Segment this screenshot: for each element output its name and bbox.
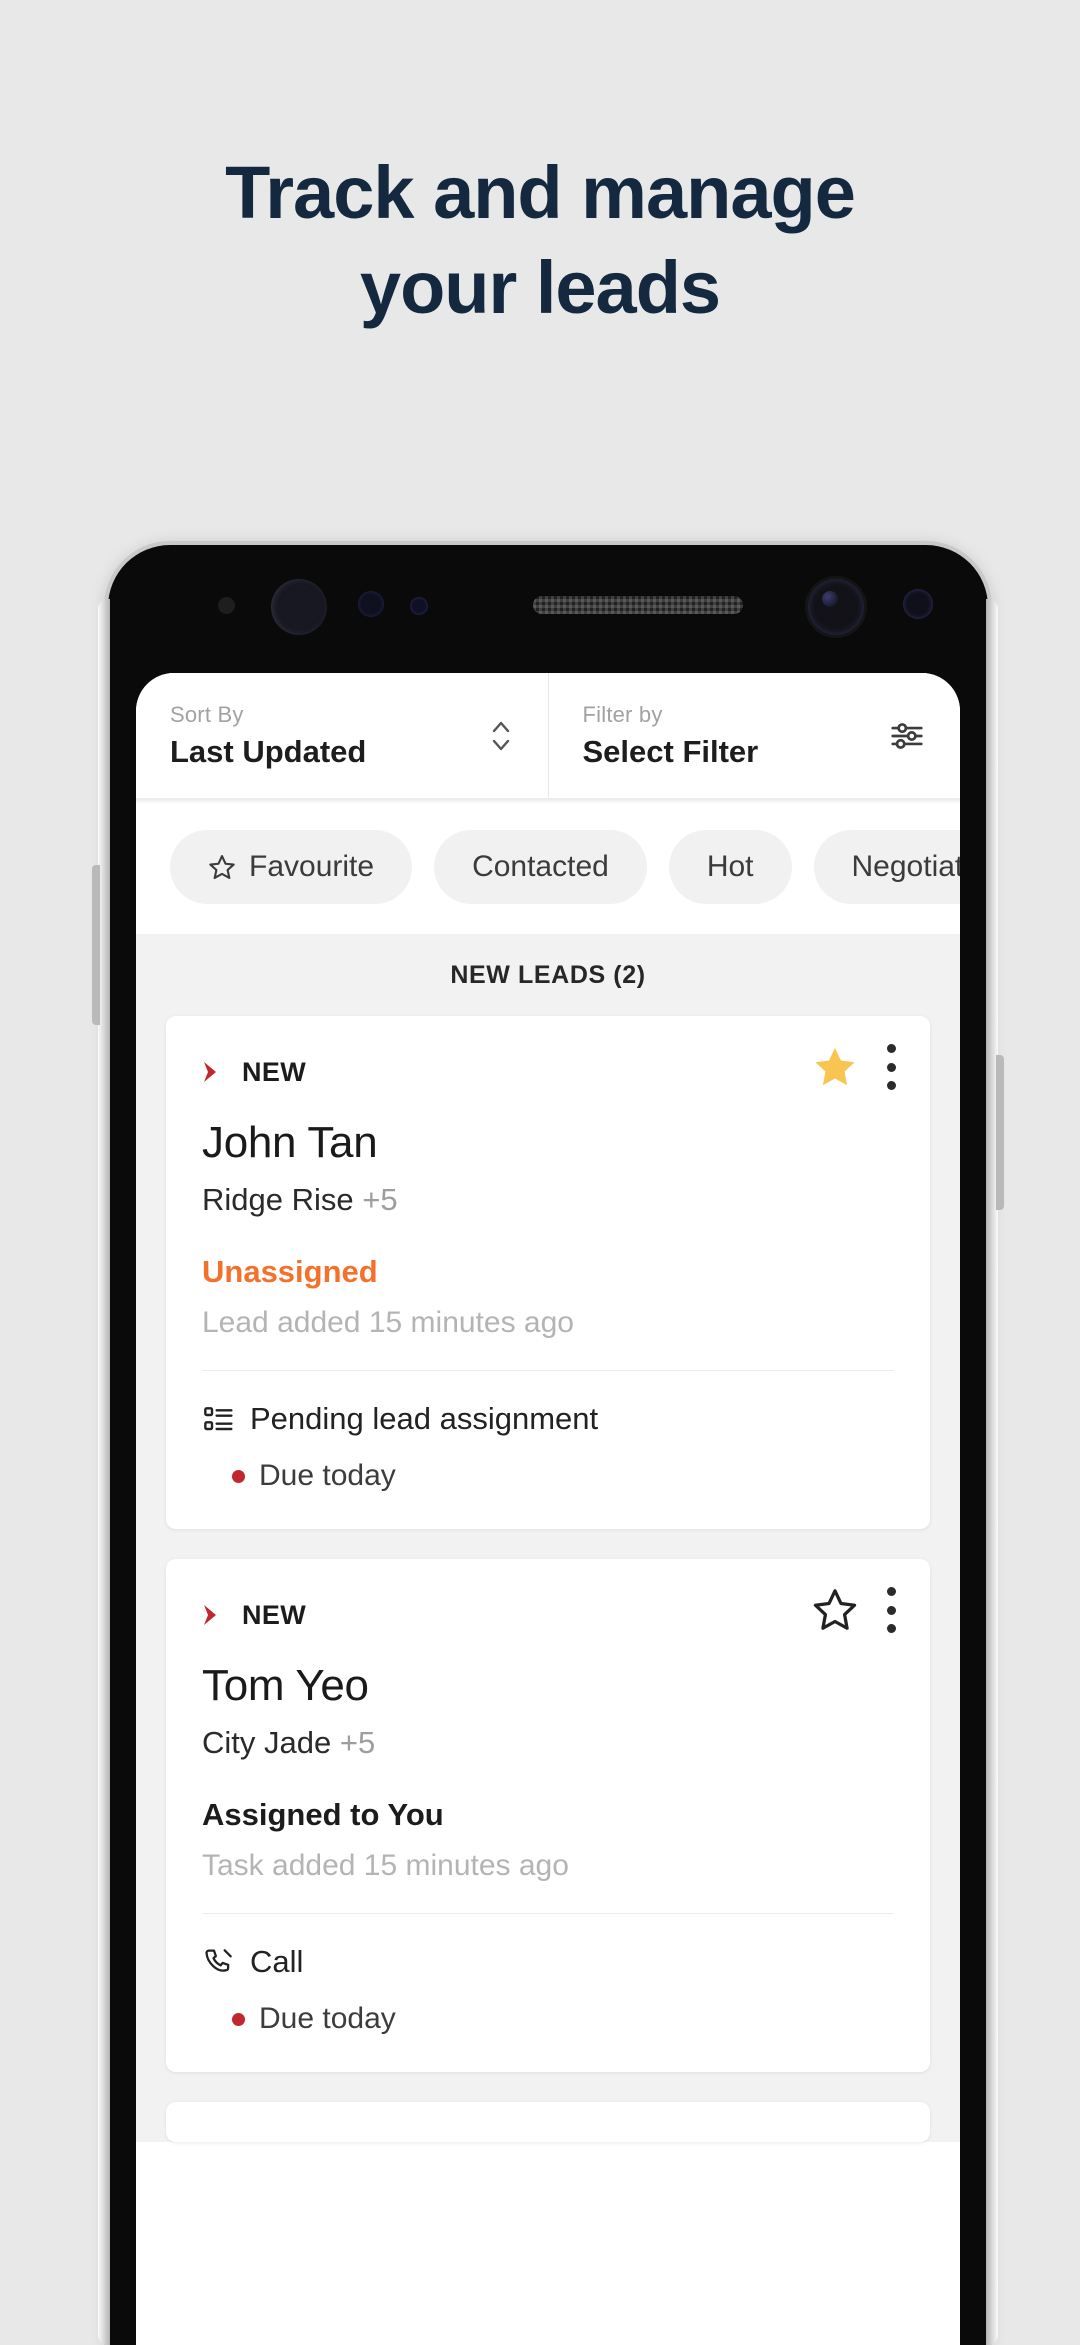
chip-favourite[interactable]: Favourite: [170, 830, 413, 904]
sort-by-label: Sort By: [170, 701, 244, 727]
star-filled-icon[interactable]: [812, 1044, 858, 1090]
sliders-icon[interactable]: [888, 717, 926, 755]
phone-screen: Sort By Last Updated Filter by Select Fi…: [136, 673, 960, 2345]
lead-list: NEW John Tan Ridge Rise +5 Unassigned Le…: [136, 1016, 960, 2142]
filter-chip-row[interactable]: Favourite Contacted Hot Negotiating: [136, 804, 960, 934]
lead-project-name: Ridge Rise: [202, 1182, 354, 1217]
lead-status: Unassigned: [202, 1254, 378, 1289]
phone-icon: [202, 1946, 234, 1978]
phone-notch: [108, 545, 988, 673]
filter-by-control[interactable]: Filter by Select Filter: [549, 673, 961, 798]
sort-by-control[interactable]: Sort By Last Updated: [136, 673, 549, 798]
page-title-line-2: your leads: [359, 246, 721, 330]
updown-chevron-icon[interactable]: [488, 715, 514, 757]
sensor-icon: [218, 597, 235, 614]
due-label: Due today: [259, 2002, 396, 2035]
task-label: Call: [250, 1944, 304, 1979]
power-button[interactable]: [996, 1055, 1004, 1210]
star-outline-icon[interactable]: [812, 1587, 858, 1633]
lead-project: City Jade +5: [202, 1725, 894, 1761]
new-badge-label: NEW: [242, 1056, 307, 1087]
lead-card-actions: [812, 1044, 896, 1090]
lead-card-actions: [812, 1587, 896, 1633]
lead-task-section: Call Due today: [166, 1914, 930, 2072]
sort-by-value: Last Updated: [170, 733, 367, 769]
list-icon: [202, 1403, 234, 1435]
due-row: Due today: [202, 1459, 894, 1493]
chip-label: Favourite: [249, 850, 375, 883]
lead-status: Assigned to You: [202, 1797, 444, 1832]
due-dot-icon: [232, 2012, 245, 2026]
task-label: Pending lead assignment: [250, 1401, 599, 1436]
sort-filter-bar: Sort By Last Updated Filter by Select Fi…: [136, 673, 960, 798]
lead-task-section: Pending lead assignment Due today: [166, 1371, 930, 1529]
front-camera-icon: [808, 579, 864, 635]
new-arrow-icon: [202, 1602, 228, 1628]
lead-project: Ridge Rise +5: [202, 1182, 894, 1218]
section-header-label: NEW LEADS (2): [450, 960, 646, 989]
new-badge: NEW: [202, 1050, 894, 1094]
chip-label: Contacted: [472, 850, 609, 883]
more-options-icon[interactable]: [886, 1044, 896, 1090]
chip-label: Negotiating: [851, 850, 960, 883]
task-row: Pending lead assignment: [202, 1401, 894, 1437]
new-badge-label: NEW: [242, 1599, 307, 1630]
lead-added-time: Lead added 15 minutes ago: [202, 1306, 574, 1339]
star-outline-icon: [208, 853, 236, 881]
phone-edge-left: [98, 599, 110, 2345]
light-sensor-icon: [358, 591, 384, 617]
page-title: Track and manage your leads: [0, 155, 1080, 326]
filter-by-label: Filter by: [582, 701, 663, 727]
lead-card-partial[interactable]: [166, 2102, 930, 2142]
lead-added-time: Task added 15 minutes ago: [202, 1849, 569, 1882]
chip-hot[interactable]: Hot: [668, 830, 792, 904]
lead-card[interactable]: NEW John Tan Ridge Rise +5 Unassigned Le…: [166, 1016, 930, 1529]
due-row: Due today: [202, 2002, 894, 2036]
phone-edge-right: [986, 599, 998, 2345]
proximity-sensor-icon: [271, 579, 327, 635]
filter-by-value: Select Filter: [582, 733, 759, 769]
new-arrow-icon: [202, 1059, 228, 1085]
lead-project-name: City Jade: [202, 1725, 332, 1760]
section-header-new-leads: NEW LEADS (2): [136, 934, 960, 1016]
lead-name: John Tan: [202, 1118, 378, 1167]
new-badge: NEW: [202, 1593, 894, 1637]
chip-negotiating[interactable]: Negotiating: [813, 830, 960, 904]
due-label: Due today: [259, 1459, 396, 1492]
lead-card-header: NEW John Tan Ridge Rise +5 Unassigned Le…: [166, 1016, 930, 1370]
lead-card-header: NEW Tom Yeo City Jade +5 Assigned to You…: [166, 1559, 930, 1913]
lead-card[interactable]: NEW Tom Yeo City Jade +5 Assigned to You…: [166, 1559, 930, 2072]
due-dot-icon: [232, 1469, 245, 1483]
phone-mockup: Sort By Last Updated Filter by Select Fi…: [92, 545, 1004, 2345]
lead-name: Tom Yeo: [202, 1661, 369, 1710]
chip-label: Hot: [706, 850, 754, 883]
volume-button[interactable]: [92, 865, 100, 1025]
chip-contacted[interactable]: Contacted: [434, 830, 647, 904]
earpiece-speaker-icon: [533, 596, 743, 614]
task-row: Call: [202, 1944, 894, 1980]
iris-sensor-icon: [410, 597, 428, 615]
lead-project-extra: +5: [339, 1725, 376, 1760]
page-title-line-1: Track and manage: [225, 151, 856, 234]
lead-project-extra: +5: [362, 1182, 398, 1217]
secondary-camera-icon: [903, 589, 933, 619]
more-options-icon[interactable]: [886, 1587, 896, 1633]
